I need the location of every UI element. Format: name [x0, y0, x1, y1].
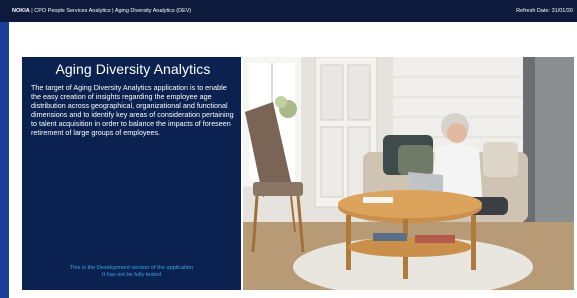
app-title: Aging Diversity Analytics — [55, 61, 211, 77]
breadcrumb-text: | CPO People Services Analytics | Aging … — [31, 8, 192, 14]
dev-note-line-2: It has not be fully tested — [101, 272, 162, 278]
refresh-date: Refresh Date: 31/01/20 — [516, 8, 573, 14]
dev-note-line-1: This is the Development version of the a… — [69, 265, 194, 271]
app-description: The target of Aging Diversity Analytics … — [31, 83, 234, 137]
dev-version-note: This is the Development version of the a… — [22, 265, 241, 279]
top-bar: NOKIA | CPO People Services Analytics | … — [0, 0, 577, 22]
brand-logo-text: NOKIA — [12, 8, 30, 14]
breadcrumb: NOKIA | CPO People Services Analytics | … — [12, 8, 191, 14]
hero-photo — [243, 57, 574, 290]
hero-photo-illustration — [243, 57, 574, 290]
side-strip — [0, 22, 9, 298]
intro-card: Aging Diversity Analytics The target of … — [22, 57, 241, 290]
